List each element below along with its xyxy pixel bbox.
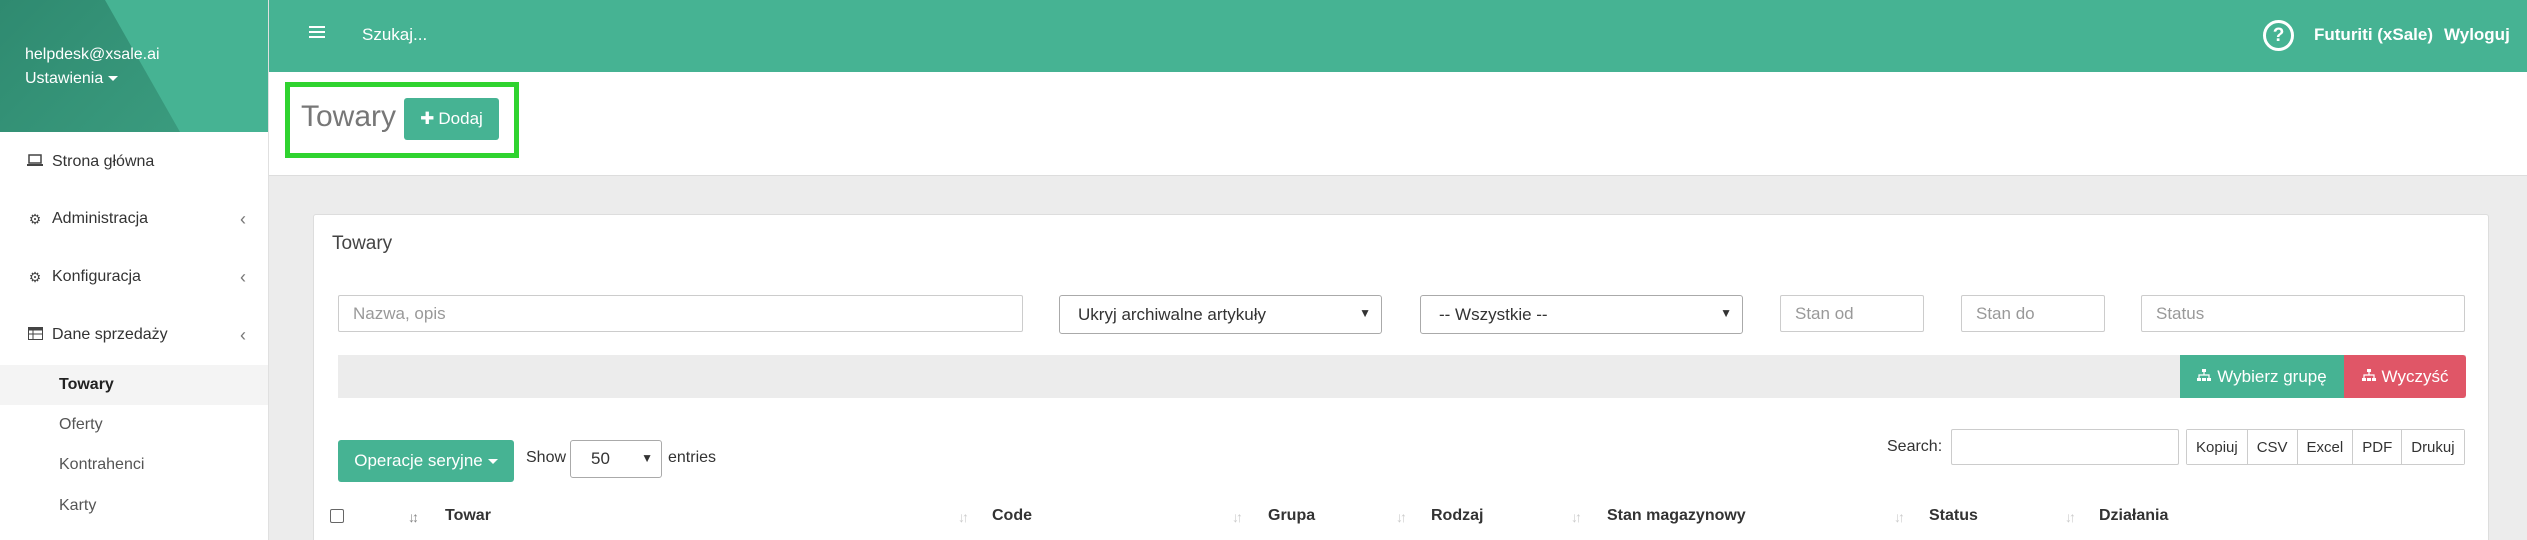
column-header-stan-magazynowy[interactable]: Stan magazynowy — [1607, 507, 1746, 525]
company-switcher[interactable]: Futuriti (xSale) — [2314, 25, 2433, 45]
sitemap-icon — [2361, 367, 2376, 387]
sort-icon[interactable]: ↓↑ — [1232, 509, 1243, 525]
choose-group-button[interactable]: Wybierz grupę — [2180, 355, 2344, 398]
group-filter-select[interactable]: -- Wszystkie -- ▼ — [1420, 295, 1743, 334]
column-header-grupa[interactable]: Grupa — [1268, 507, 1315, 525]
sidebar-item-configuration[interactable]: ⚙ Konfiguracja ‹ — [0, 252, 268, 302]
sort-icon[interactable]: ↓↑ — [1396, 509, 1407, 525]
excel-button[interactable]: Excel — [2296, 430, 2353, 464]
stock-to-input[interactable]: Stan do — [1961, 295, 2105, 332]
column-header-status[interactable]: Status — [1929, 507, 1978, 525]
sidebar-item-label: Strona główna — [52, 153, 155, 170]
entries-select[interactable]: 50 ▼ — [570, 440, 662, 478]
sidebar-subitem-oferty[interactable]: Oferty — [0, 405, 268, 445]
copy-button[interactable]: Kopiuj — [2187, 430, 2247, 464]
column-header-towar[interactable]: Towar — [445, 507, 491, 525]
sidebar-item-home[interactable]: Strona główna — [0, 137, 268, 187]
sort-icon[interactable]: ↓↑ — [958, 509, 969, 525]
status-filter-input[interactable]: Status — [2141, 295, 2465, 332]
box-title: Towary — [332, 233, 393, 254]
pdf-button[interactable]: PDF — [2352, 430, 2402, 464]
table-icon — [26, 327, 44, 343]
select-all-checkbox[interactable] — [330, 509, 344, 523]
settings-label: Ustawienia — [25, 70, 104, 87]
print-button[interactable]: Drukuj — [2401, 430, 2464, 464]
table-search-input[interactable] — [1951, 429, 2179, 465]
show-label: Show — [526, 449, 567, 466]
user-email: helpdesk@xsale.ai — [25, 46, 160, 63]
sidebar-item-sales-data[interactable]: Dane sprzedaży ‹ — [0, 310, 268, 360]
stock-from-input[interactable]: Stan od — [1780, 295, 1924, 332]
archive-filter-value: Ukryj archiwalne artykuły — [1078, 304, 1266, 324]
group-selection-bar — [338, 355, 2466, 398]
table-search-label: Search: — [1887, 438, 1943, 455]
hamburger-menu-icon[interactable] — [309, 26, 325, 40]
gear-icon: ⚙ — [28, 210, 42, 227]
entries-value: 50 — [591, 449, 610, 468]
help-icon[interactable]: ? — [2263, 20, 2294, 51]
caret-down-icon — [108, 76, 119, 82]
add-button-label: Dodaj — [438, 109, 483, 128]
products-box: Towary Nazwa, opis Ukryj archiwalne arty… — [313, 214, 2489, 540]
plus-icon: ✚ — [420, 109, 435, 128]
user-panel-shade — [0, 0, 180, 132]
csv-button[interactable]: CSV — [2246, 430, 2297, 464]
chevron-left-icon: ‹ — [240, 324, 246, 345]
chevron-down-icon: ▼ — [1359, 306, 1371, 320]
entries-label: entries — [668, 449, 717, 466]
chevron-down-icon: ▼ — [641, 451, 653, 465]
sort-icon[interactable]: ↓↕ — [408, 509, 419, 525]
sort-icon[interactable]: ↓↑ — [1571, 509, 1582, 525]
sidebar: helpdesk@xsale.ai Ustawienia Strona głów… — [0, 0, 269, 540]
choose-group-label: Wybierz grupę — [2217, 366, 2327, 386]
logout-link[interactable]: Wyloguj — [2444, 25, 2510, 45]
laptop-icon — [26, 154, 44, 170]
gears-icon: ⚙ — [28, 268, 42, 285]
page-header: Towary ✚ Dodaj — [269, 72, 2527, 176]
column-header-code[interactable]: Code — [992, 507, 1032, 525]
column-header-rodzaj[interactable]: Rodzaj — [1431, 507, 1483, 525]
sitemap-icon — [2197, 367, 2212, 387]
name-filter-input[interactable]: Nazwa, opis — [338, 295, 1023, 332]
clear-label: Wyczyść — [2381, 366, 2449, 386]
sidebar-subitem-karty[interactable]: Karty — [0, 486, 268, 526]
sidebar-subitem-kontrahenci[interactable]: Kontrahenci — [0, 445, 268, 485]
add-button[interactable]: ✚ Dodaj — [404, 98, 499, 140]
sidebar-item-administration[interactable]: ⚙ Administracja ‹ — [0, 194, 268, 244]
bulk-operations-button[interactable]: Operacje seryjne — [338, 440, 514, 482]
caret-down-icon — [487, 458, 498, 464]
group-filter-value: -- Wszystkie -- — [1439, 304, 1548, 324]
sort-icon[interactable]: ↓↑ — [2065, 509, 2076, 525]
sidebar-item-label: Dane sprzedaży — [52, 326, 168, 343]
page-title: Towary — [301, 100, 397, 133]
sidebar-item-label: Administracja — [52, 210, 149, 227]
archive-filter-select[interactable]: Ukryj archiwalne artykuły ▼ — [1059, 295, 1382, 334]
sidebar-item-label: Konfiguracja — [52, 268, 141, 285]
export-buttons: Kopiuj CSV Excel PDF Drukuj — [2186, 429, 2465, 465]
column-header-dzialania: Działania — [2099, 507, 2169, 524]
top-search-input[interactable]: Szukaj... — [362, 25, 427, 45]
sidebar-subitem-towary[interactable]: Towary — [0, 365, 268, 405]
clear-button[interactable]: Wyczyść — [2344, 355, 2466, 398]
chevron-left-icon: ‹ — [240, 266, 246, 287]
chevron-left-icon: ‹ — [240, 208, 246, 229]
sort-icon[interactable]: ↓↑ — [1894, 509, 1905, 525]
chevron-down-icon: ▼ — [1720, 306, 1732, 320]
settings-dropdown[interactable]: Ustawienia — [25, 70, 119, 88]
top-navbar: Szukaj... ? Futuriti (xSale) Wyloguj — [269, 0, 2527, 72]
user-panel: helpdesk@xsale.ai Ustawienia — [0, 0, 268, 132]
bulk-operations-label: Operacje seryjne — [354, 451, 483, 470]
